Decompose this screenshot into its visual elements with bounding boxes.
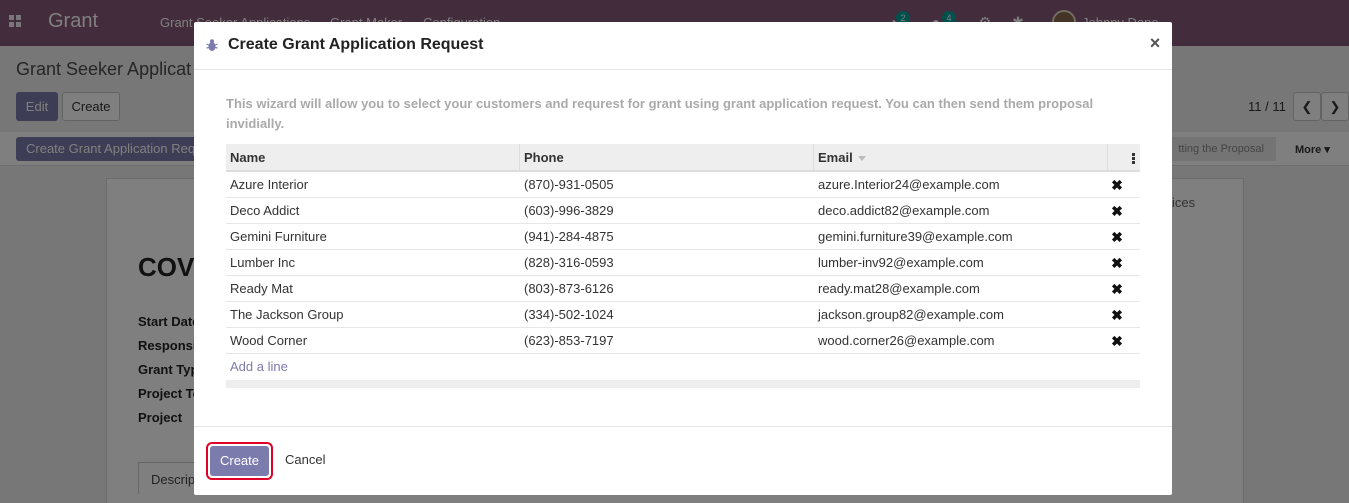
table-row[interactable]: Lumber Inc (828)-316-0593 lumber-inv92@exa… xyxy=(226,250,1140,276)
column-header-name-label: Name xyxy=(230,150,266,165)
delete-row-icon[interactable]: ✖ xyxy=(1111,334,1123,348)
cell-phone[interactable]: (623)-853-7197 xyxy=(520,328,614,354)
delete-row-icon[interactable]: ✖ xyxy=(1111,178,1123,192)
wizard-description: This wizard will allow you to select you… xyxy=(226,96,1094,131)
cell-email[interactable]: wood.corner26@example.com xyxy=(814,328,995,354)
cell-email[interactable]: ready.mat28@example.com xyxy=(814,276,980,302)
cell-phone[interactable]: (334)-502-1024 xyxy=(520,302,614,328)
delete-row-icon[interactable]: ✖ xyxy=(1111,308,1123,322)
table-row[interactable]: Gemini Furniture (941)-284-4875 gemini.fur… xyxy=(226,224,1140,250)
table-row[interactable]: Wood Corner (623)-853-7197 wood.corner26@e… xyxy=(226,328,1140,354)
sort-caret-icon xyxy=(857,156,866,162)
column-header-phone-label: Phone xyxy=(524,150,564,165)
bug-icon xyxy=(206,39,218,51)
cell-phone[interactable]: (941)-284-4875 xyxy=(520,224,614,250)
column-header-email-label: Email xyxy=(818,150,853,165)
cell-email[interactable]: deco.addict82@example.com xyxy=(814,198,989,224)
delete-row-icon[interactable]: ✖ xyxy=(1111,256,1123,270)
cell-name[interactable]: Gemini Furniture xyxy=(226,224,327,250)
cell-email[interactable]: jackson.group82@example.com xyxy=(814,302,1004,328)
cell-name[interactable]: Deco Addict xyxy=(226,198,299,224)
create-button[interactable]: Create xyxy=(210,446,269,476)
column-header-phone[interactable]: Phone xyxy=(520,144,814,172)
modal-header: Create Grant Application Request × xyxy=(194,22,1172,70)
cancel-button[interactable]: Cancel xyxy=(285,452,325,467)
column-header-email[interactable]: Email xyxy=(814,144,1108,172)
add-a-line-link[interactable]: Add a line xyxy=(226,354,1140,380)
table-row[interactable]: Ready Mat (803)-873-6126 ready.mat28@examp… xyxy=(226,276,1140,302)
create-grant-application-request-dialog: Create Grant Application Request × This … xyxy=(194,22,1172,495)
close-icon[interactable]: × xyxy=(1147,33,1163,54)
delete-row-icon[interactable]: ✖ xyxy=(1111,230,1123,244)
table-header: Name Phone Email xyxy=(226,144,1140,172)
cell-name[interactable]: Wood Corner xyxy=(226,328,307,354)
modal-footer: Create Cancel xyxy=(194,426,1172,495)
table-row[interactable]: Deco Addict (603)-996-3829 deco.addict82@e… xyxy=(226,198,1140,224)
optional-columns-kebab-icon[interactable] xyxy=(1132,153,1135,165)
column-header-name[interactable]: Name xyxy=(226,144,520,172)
cell-phone[interactable]: (803)-873-6126 xyxy=(520,276,614,302)
table-row[interactable]: Azure Interior (870)-931-0505 azure.Interi… xyxy=(226,172,1140,198)
cell-phone[interactable]: (828)-316-0593 xyxy=(520,250,614,276)
delete-row-icon[interactable]: ✖ xyxy=(1111,282,1123,296)
cell-email[interactable]: azure.Interior24@example.com xyxy=(814,172,1000,198)
modal-title: Create Grant Application Request xyxy=(228,36,484,53)
cell-email[interactable]: gemini.furniture39@example.com xyxy=(814,224,1013,250)
table-footer xyxy=(226,380,1140,388)
delete-row-icon[interactable]: ✖ xyxy=(1111,204,1123,218)
cell-name[interactable]: The Jackson Group xyxy=(226,302,343,328)
customer-lines-table: Name Phone Email Azure Interior (870)-931… xyxy=(226,144,1140,388)
cell-email[interactable]: lumber-inv92@example.com xyxy=(814,250,984,276)
cell-name[interactable]: Ready Mat xyxy=(226,276,293,302)
cell-name[interactable]: Lumber Inc xyxy=(226,250,295,276)
cell-phone[interactable]: (870)-931-0505 xyxy=(520,172,614,198)
table-row[interactable]: The Jackson Group (334)-502-1024 jackson.g… xyxy=(226,302,1140,328)
cell-phone[interactable]: (603)-996-3829 xyxy=(520,198,614,224)
cell-name[interactable]: Azure Interior xyxy=(226,172,308,198)
